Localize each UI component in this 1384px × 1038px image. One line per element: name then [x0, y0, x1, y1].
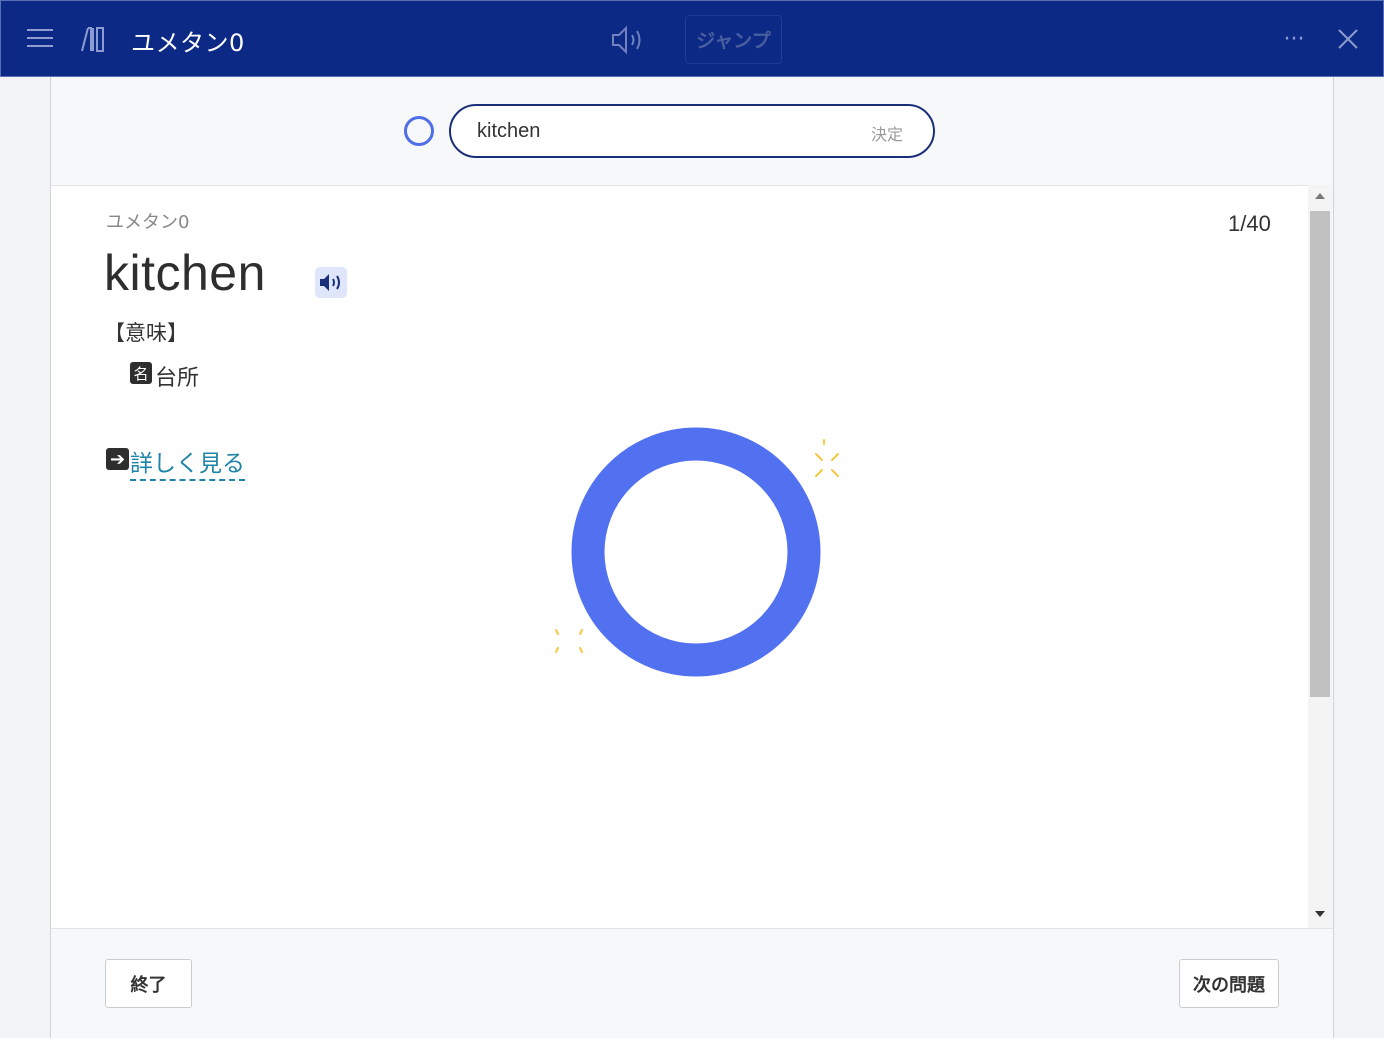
pronounce-button[interactable] [315, 267, 347, 298]
more-options-icon[interactable]: ··· [1279, 27, 1309, 53]
deck-name: ユメタン0 [106, 212, 190, 233]
jump-button[interactable]: ジャンプ [685, 15, 782, 64]
vertical-scrollbar[interactable] [1308, 185, 1332, 928]
close-icon[interactable] [1335, 25, 1361, 53]
app-title: ユメタン0 [131, 29, 245, 57]
next-question-button[interactable]: 次の問題 [1179, 959, 1279, 1008]
footer-bar [51, 928, 1333, 1038]
end-button[interactable]: 終了 [105, 959, 192, 1008]
scroll-thumb[interactable] [1310, 211, 1330, 697]
details-link[interactable]: 詳しく見る [130, 444, 245, 481]
vocab-word: kitchen [104, 245, 266, 301]
question-counter: 1/40 [1228, 211, 1271, 236]
scroll-up-icon[interactable] [1315, 193, 1325, 199]
speaker-icon[interactable] [609, 23, 649, 57]
correct-circle-icon [555, 427, 839, 677]
title-bar: ユメタン0 ジャンプ ··· [0, 0, 1384, 77]
scroll-down-icon[interactable] [1315, 911, 1325, 917]
hamburger-menu-icon[interactable] [27, 29, 53, 49]
meaning-text: 台所 [155, 366, 200, 391]
book-icon [81, 27, 104, 52]
answer-field[interactable]: kitchen 決定 [449, 104, 935, 158]
answer-value[interactable]: kitchen [477, 120, 540, 143]
correct-mark-icon [404, 116, 434, 146]
noun-badge: 名 [130, 362, 152, 384]
meaning-heading: 【意味】 [104, 321, 188, 345]
arrow-right-icon: ➔ [106, 448, 129, 470]
speaker-icon [320, 274, 340, 291]
submit-button[interactable]: 決定 [871, 121, 903, 145]
